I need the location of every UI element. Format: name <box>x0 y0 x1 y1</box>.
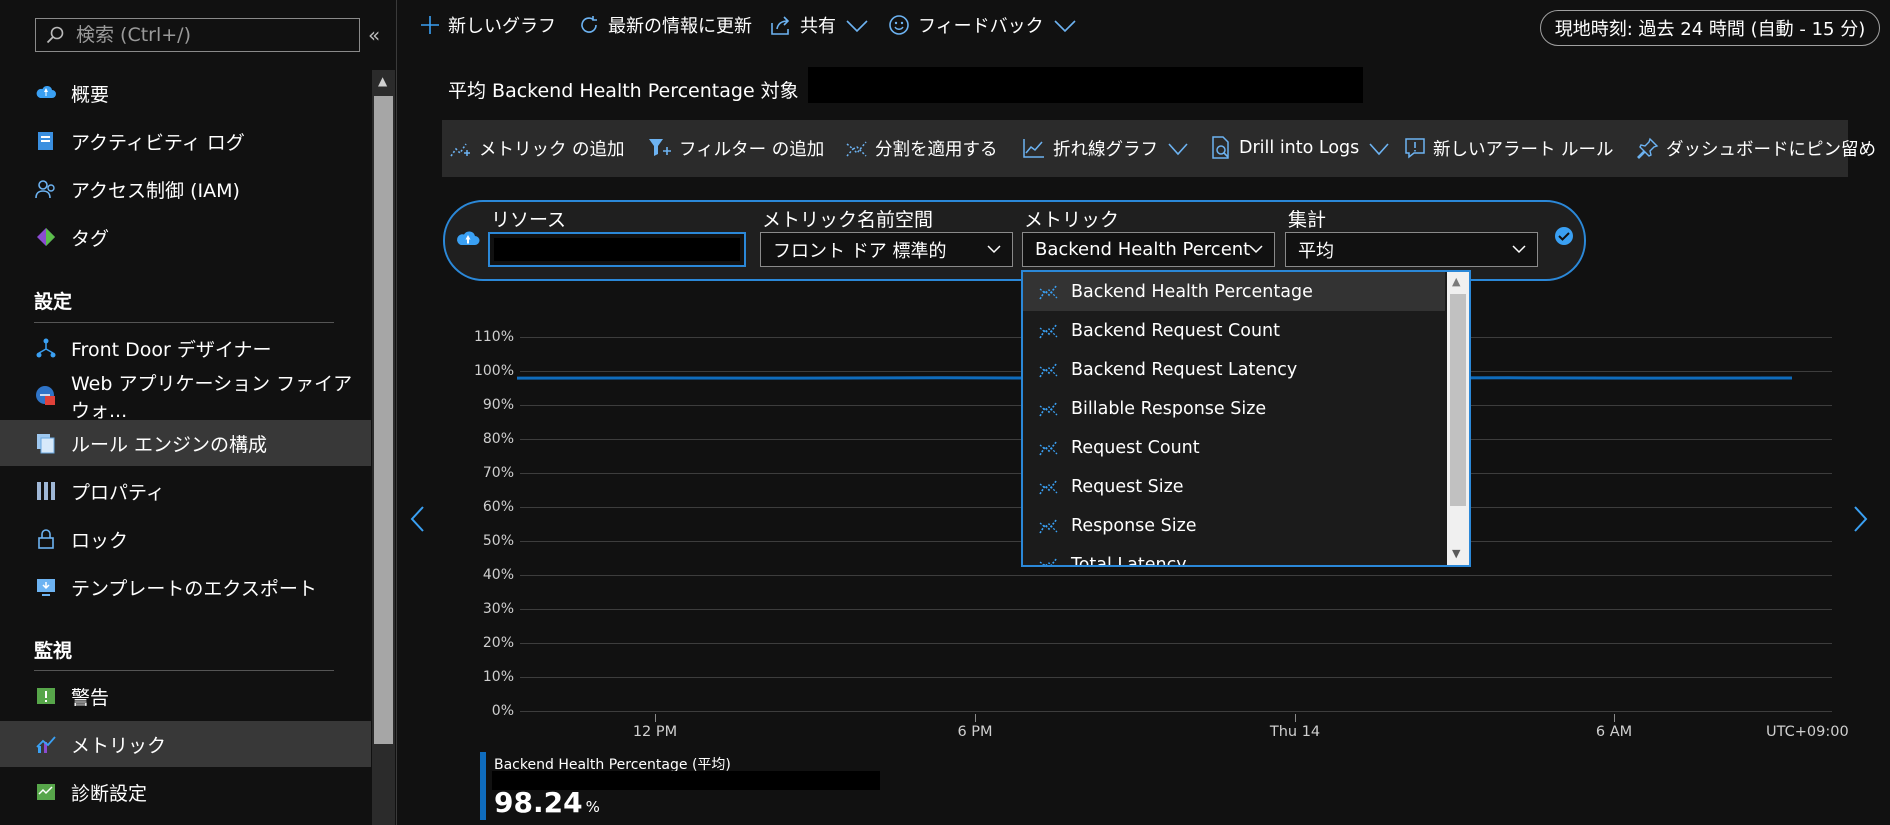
metric-sparkline-icon <box>1039 479 1058 494</box>
metric-sparkline-icon <box>1039 401 1058 416</box>
metric-sparkline-icon <box>1039 518 1058 533</box>
metric-option-label: Billable Response Size <box>1071 398 1267 419</box>
metric-options-listbox[interactable]: Backend Health Percentage Backend Request… <box>1021 270 1471 567</box>
metric-option[interactable]: Backend Health Percentage <box>1023 272 1445 311</box>
metric-option-label: Backend Request Latency <box>1071 359 1298 380</box>
scroll-up-icon[interactable]: ▲ <box>1452 275 1460 288</box>
timezone-label: UTC+09:00 <box>1766 724 1849 740</box>
metric-option-label: Response Size <box>1071 515 1197 536</box>
legend-value: 98.24% <box>494 786 600 819</box>
metric-sparkline-icon <box>1039 284 1058 299</box>
metric-option-label: Backend Request Count <box>1071 320 1281 341</box>
metric-sparkline-icon <box>1039 557 1058 565</box>
azure-portal-metrics-page: « 概要 アクティビティ ログ アクセス制御 (IAM) タグ 設定 Front… <box>0 0 1890 825</box>
metric-option[interactable]: Request Size <box>1023 467 1445 506</box>
scroll-down-icon[interactable]: ▼ <box>1452 547 1460 560</box>
chart-plot <box>516 376 1793 380</box>
metric-option-label: Backend Health Percentage <box>1071 281 1313 302</box>
metric-sparkline-icon <box>1039 323 1058 338</box>
metric-option[interactable]: Response Size <box>1023 506 1445 545</box>
metric-option[interactable]: Total Latency <box>1023 545 1445 567</box>
metric-sparkline-icon <box>1039 362 1058 377</box>
metric-option[interactable]: Request Count <box>1023 428 1445 467</box>
legend-value-unit: % <box>585 798 600 816</box>
legend-value-number: 98.24 <box>494 786 583 819</box>
metric-option[interactable]: Billable Response Size <box>1023 389 1445 428</box>
metric-option[interactable]: Backend Request Count <box>1023 311 1445 350</box>
listbox-scrollbar-thumb[interactable] <box>1450 294 1466 506</box>
metric-option-label: Total Latency <box>1071 554 1187 567</box>
metric-option-label: Request Size <box>1071 476 1184 497</box>
metric-option-label: Request Count <box>1071 437 1200 458</box>
metric-option[interactable]: Backend Request Latency <box>1023 350 1445 389</box>
metric-sparkline-icon <box>1039 440 1058 455</box>
legend-color-bar <box>480 752 486 820</box>
